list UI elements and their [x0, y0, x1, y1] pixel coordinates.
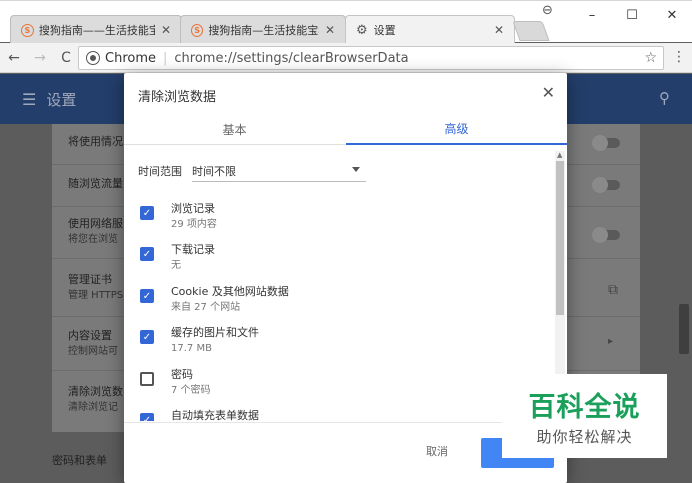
tab-close-icon[interactable]: ✕	[319, 23, 335, 37]
dialog-content: 时间范围 时间不限 ✓ 浏览记录 29 项内容 ✓ 下载记录 无 ✓ Cooki…	[124, 146, 554, 421]
back-button[interactable]: ←	[2, 46, 26, 70]
profile-icon[interactable]: ⊖	[542, 3, 553, 18]
tab-close-icon[interactable]: ✕	[155, 23, 171, 37]
tab-title: 搜狗指南—生活技能宝典	[208, 24, 319, 37]
browser-toolbar: ← → C Chrome | chrome://settings/clearBr…	[0, 43, 692, 73]
omnibox-separator: |	[163, 50, 168, 66]
time-range-select[interactable]: 时间不限	[192, 160, 366, 182]
row-sub: 将您在浏览	[68, 234, 118, 245]
option-browsing-history[interactable]: ✓ 浏览记录 29 项内容	[140, 201, 217, 233]
settings-title: 设置	[46, 90, 77, 109]
reload-button[interactable]: C	[54, 46, 78, 70]
settings-row-web-service[interactable]: 使用网络服 将您在浏览	[68, 216, 123, 248]
option-cache[interactable]: ✓ 缓存的图片和文件 17.7 MB	[140, 325, 259, 357]
tab-sogou-1[interactable]: S 搜狗指南——生活技能宝 ✕	[10, 15, 182, 44]
checkbox-autofill[interactable]: ✓	[140, 413, 154, 421]
close-window-button[interactable]: ✕	[652, 1, 692, 29]
row-sub: 管理 HTTPS	[68, 290, 124, 301]
checkbox-cookies[interactable]: ✓	[140, 289, 154, 303]
watermark-main-text: 百科全说	[528, 392, 641, 423]
time-range: 时间范围 时间不限	[138, 160, 366, 182]
address-bar[interactable]: Chrome | chrome://settings/clearBrowserD…	[78, 46, 664, 70]
window-controls: – ☐ ✕	[572, 1, 692, 29]
tab-close-icon[interactable]: ✕	[488, 23, 504, 37]
checkbox-passwords[interactable]	[140, 372, 154, 386]
option-label: 浏览记录	[171, 202, 215, 215]
option-download-history[interactable]: ✓ 下载记录 无	[140, 242, 215, 274]
menu-dots-icon[interactable]: ⋮	[672, 49, 686, 65]
option-autofill[interactable]: ✓ 自动填充表单数据	[140, 408, 259, 421]
row-label: 清除浏览数	[68, 385, 123, 398]
tab-title: 搜狗指南——生活技能宝	[38, 24, 155, 37]
tab-advanced[interactable]: 高级	[346, 113, 567, 145]
forward-button[interactable]: →	[28, 46, 52, 70]
settings-row-usage[interactable]: 将使用情况	[68, 134, 123, 150]
option-sub: 无	[171, 260, 181, 271]
bookmark-star-icon[interactable]: ☆	[644, 50, 657, 66]
dropdown-caret-icon	[352, 167, 360, 172]
row-label: 随浏览流量	[68, 177, 123, 190]
checkbox-download-history[interactable]: ✓	[140, 247, 154, 261]
usage-toggle[interactable]	[592, 135, 620, 151]
checkbox-browsing-history[interactable]: ✓	[140, 206, 154, 220]
row-sub: 清除浏览记	[68, 402, 118, 413]
sogou-icon: S	[191, 23, 204, 37]
cancel-button[interactable]: 取消	[426, 443, 448, 459]
option-label: 缓存的图片和文件	[171, 326, 259, 339]
option-passwords[interactable]: 密码 7 个密码	[140, 367, 211, 399]
new-tab-button[interactable]	[512, 21, 550, 41]
option-sub: 17.7 MB	[171, 343, 212, 354]
dialog-title: 清除浏览数据	[138, 90, 217, 105]
watermark-sub-text: 助你轻松解决	[536, 428, 633, 446]
external-link-icon[interactable]: ⧉	[608, 282, 618, 298]
scroll-thumb[interactable]	[556, 161, 564, 315]
tab-sogou-2[interactable]: S 搜狗指南—生活技能宝典 ✕	[180, 15, 346, 44]
chevron-right-icon[interactable]: ▸	[608, 336, 613, 347]
search-icon[interactable]: ⚲	[659, 89, 670, 107]
time-range-value: 时间不限	[192, 164, 236, 178]
url-text[interactable]: chrome://settings/clearBrowserData	[174, 51, 408, 66]
close-icon[interactable]: ✕	[542, 83, 555, 102]
row-label: 内容设置	[68, 329, 112, 342]
dialog-tabs: 基本 高级	[124, 113, 567, 145]
option-sub: 29 项内容	[171, 219, 217, 230]
chrome-icon	[86, 51, 100, 65]
menu-icon[interactable]: ☰	[22, 90, 36, 109]
row-sub: 控制网站可	[68, 346, 118, 357]
tab-settings[interactable]: ⚙ 设置 ✕	[345, 15, 515, 44]
time-range-label: 时间范围	[138, 165, 182, 178]
scroll-up-icon[interactable]: ▲	[557, 151, 562, 159]
watermark-logo: 百科全说 助你轻松解决	[502, 374, 667, 458]
option-cookies[interactable]: ✓ Cookie 及其他网站数据 来自 27 个网站	[140, 284, 289, 316]
settings-row-content[interactable]: 内容设置 控制网站可	[68, 328, 118, 360]
clear-browsing-data-dialog: 清除浏览数据 ✕ 基本 高级 时间范围 时间不限 ✓ 浏览记录 29 项内容 ✓…	[124, 73, 567, 483]
web-service-toggle[interactable]	[592, 227, 620, 243]
maximize-button[interactable]: ☐	[612, 1, 652, 29]
title-bar: S 搜狗指南——生活技能宝 ✕ S 搜狗指南—生活技能宝典 ✕ ⚙ 设置 ✕ ⊖…	[0, 0, 692, 44]
page-scrollbar[interactable]	[679, 304, 689, 354]
gear-icon: ⚙	[356, 22, 368, 38]
row-label: 将使用情况	[68, 135, 123, 148]
tab-title: 设置	[373, 24, 396, 37]
option-label: 密码	[171, 368, 193, 381]
option-label: Cookie 及其他网站数据	[171, 285, 289, 298]
section-passwords-forms: 密码和表单	[52, 454, 107, 467]
row-label: 管理证书	[68, 273, 112, 286]
option-sub: 来自 27 个网站	[171, 302, 241, 313]
option-label: 自动填充表单数据	[171, 409, 259, 421]
sogou-icon: S	[21, 23, 34, 37]
omnibox-label: Chrome	[105, 50, 156, 66]
traffic-toggle[interactable]	[592, 177, 620, 193]
settings-row-traffic[interactable]: 随浏览流量	[68, 176, 123, 192]
dialog-footer: 取消	[124, 422, 567, 483]
option-sub: 7 个密码	[171, 385, 211, 396]
minimize-button[interactable]: –	[572, 1, 612, 29]
option-label: 下载记录	[171, 243, 215, 256]
settings-row-clear-data[interactable]: 清除浏览数 清除浏览记	[68, 384, 123, 416]
checkbox-cache[interactable]: ✓	[140, 330, 154, 344]
row-label: 使用网络服	[68, 217, 123, 230]
tab-basic[interactable]: 基本	[124, 113, 345, 145]
settings-row-certificates[interactable]: 管理证书 管理 HTTPS	[68, 272, 123, 304]
